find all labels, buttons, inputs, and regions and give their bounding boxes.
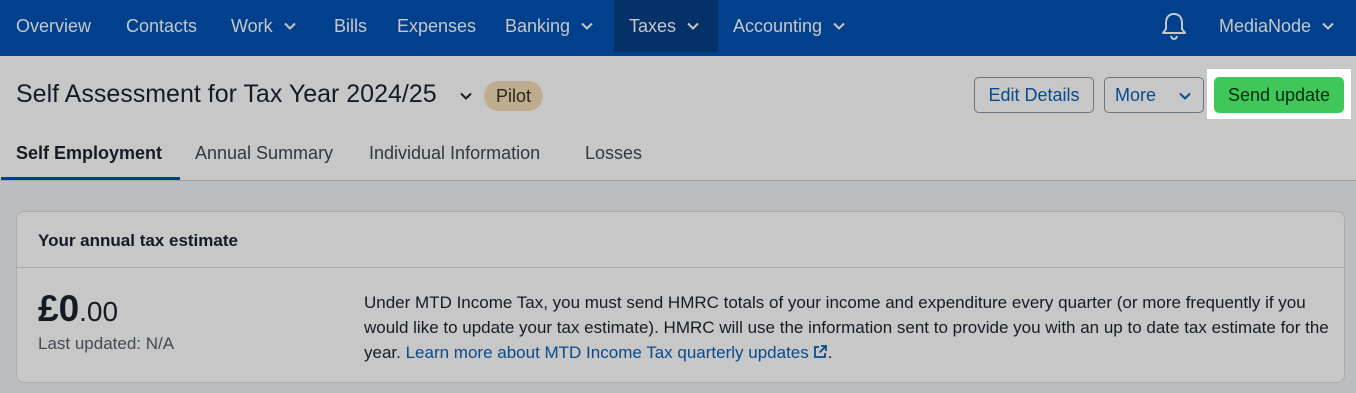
learn-more-link[interactable]: Learn more about MTD Income Tax quarterl… [406, 343, 828, 362]
send-update-label: Send update [1227, 85, 1331, 105]
tax-estimate-card: Your annual tax estimate £0.00 Last upda… [16, 211, 1345, 383]
nav-work-label: Work [231, 16, 273, 36]
nav-overview[interactable]: Overview [16, 0, 91, 52]
send-update-button[interactable]: Send update [1214, 77, 1344, 113]
nav-work[interactable]: Work [231, 0, 297, 52]
pilot-badge: Pilot [484, 81, 544, 111]
external-link-icon [813, 345, 827, 358]
account-name: MediaNode [1219, 16, 1312, 36]
bell-icon[interactable] [1160, 11, 1188, 41]
tab-individual-information[interactable]: Individual Information [369, 143, 540, 164]
edit-details-button[interactable]: Edit Details [974, 77, 1094, 113]
learn-more-link-text: Learn more about MTD Income Tax quarterl… [405, 343, 809, 362]
chevron-down-icon[interactable] [459, 89, 473, 103]
nav-banking-label: Banking [505, 16, 571, 36]
amount-main: £0 [38, 288, 80, 329]
nav-overview-label: Overview [16, 16, 92, 36]
chevron-down-icon [833, 23, 845, 31]
more-label: More [1115, 85, 1157, 105]
edit-details-label: Edit Details [988, 85, 1080, 105]
chevron-down-icon [687, 23, 699, 31]
nav-banking[interactable]: Banking [505, 0, 594, 52]
nav-accounting-label: Accounting [733, 16, 823, 36]
more-button[interactable]: More [1104, 77, 1204, 113]
tab-self-employment[interactable]: Self Employment [16, 143, 162, 164]
account-menu[interactable]: MediaNode [1219, 0, 1335, 52]
nav-accounting[interactable]: Accounting [733, 0, 846, 52]
tab-losses[interactable]: Losses [585, 143, 642, 164]
last-updated-text: Last updated: N/A [38, 334, 175, 353]
tax-estimate-amount: £0.00 [38, 288, 118, 330]
send-update-highlight: Send update [1207, 69, 1351, 119]
nav-expenses[interactable]: Expenses [397, 0, 476, 52]
tab-annual-summary[interactable]: Annual Summary [195, 143, 333, 164]
nav-taxes[interactable]: Taxes [614, 0, 718, 52]
card-title: Your annual tax estimate [38, 231, 238, 250]
chevron-down-icon [1179, 92, 1191, 100]
active-tab-indicator [1, 177, 180, 180]
nav-bills-label: Bills [334, 16, 368, 36]
page-title[interactable]: Self Assessment for Tax Year 2024/25 [16, 80, 437, 109]
card-header: Your annual tax estimate [17, 212, 1344, 268]
chevron-down-icon [1322, 23, 1334, 31]
nav-expenses-label: Expenses [397, 16, 477, 36]
amount-decimal: .00 [79, 296, 119, 327]
mtd-description: Under MTD Income Tax, you must send HMRC… [364, 290, 1334, 365]
description-end: . [827, 343, 833, 362]
chevron-down-icon [283, 23, 296, 31]
nav-taxes-label: Taxes [629, 16, 677, 36]
chevron-down-icon [581, 23, 593, 31]
nav-contacts-label: Contacts [126, 16, 198, 36]
top-navigation: Overview Contacts Work Bills Expenses Ba… [0, 0, 1356, 56]
nav-bills[interactable]: Bills [334, 0, 367, 52]
nav-contacts[interactable]: Contacts [126, 0, 197, 52]
